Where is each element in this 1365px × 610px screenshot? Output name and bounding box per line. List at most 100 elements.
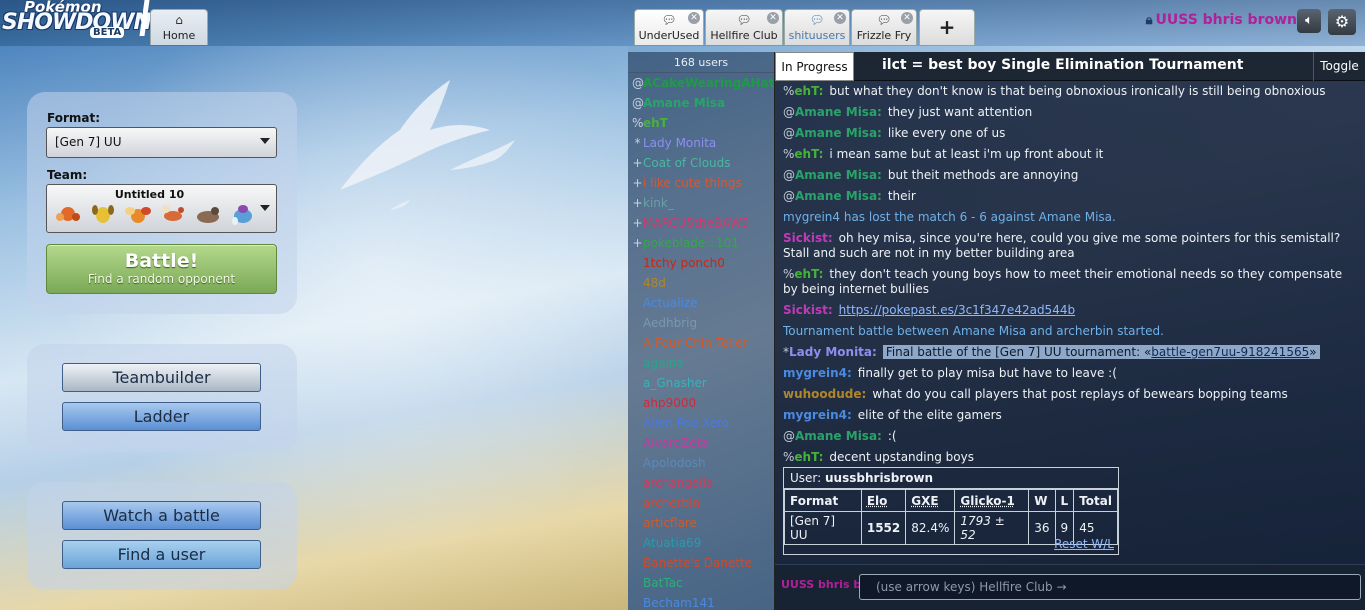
user-list-item[interactable]: +pokeblade☆101 <box>628 233 774 253</box>
pokemon-icon <box>158 203 188 229</box>
message-author[interactable]: Amane Misa: <box>795 429 882 443</box>
tab-underused[interactable]: 💬︎ ✕ UnderUsed <box>634 9 704 45</box>
message-text: what do you call players that post repla… <box>872 387 1288 401</box>
message-text: finally get to play misa but have to lea… <box>857 366 1117 380</box>
message-author[interactable]: ehT: <box>794 267 823 281</box>
battle-button-label: Battle! <box>124 250 199 272</box>
user-list-item[interactable]: a_Gnasher <box>628 373 774 393</box>
chat-message: @Amane Misa: they just want attention <box>783 102 1355 123</box>
close-icon[interactable]: ✕ <box>688 12 700 24</box>
tournament-bar: In Progress ilct = best boy Single Elimi… <box>775 52 1365 81</box>
user-list-item[interactable]: Apolodosh <box>628 453 774 473</box>
battle-button[interactable]: Battle! Find a random opponent <box>46 244 277 294</box>
user-list-item[interactable]: Allen Poe Xero <box>628 413 774 433</box>
user-list-item[interactable]: Aedhbrig <box>628 313 774 333</box>
user-name: Actualize <box>643 296 698 310</box>
watch-battle-label: Watch a battle <box>103 506 220 525</box>
message-author[interactable]: Lady Monita: <box>789 345 877 359</box>
reset-wl-link[interactable]: Reset W/L <box>1054 537 1114 551</box>
user-list-item[interactable]: +i like cute things <box>628 173 774 193</box>
stats-header: Total <box>1073 489 1118 512</box>
user-list-item[interactable]: archangelia <box>628 473 774 493</box>
user-list-item[interactable]: 1tchy ponch0 <box>628 253 774 273</box>
message-author[interactable]: Amane Misa: <box>795 126 882 140</box>
chat-message: Sickist: oh hey misa, since you're here, … <box>783 228 1355 264</box>
user-list-item[interactable]: +MARCU5theBAW5 <box>628 213 774 233</box>
watch-battle-button[interactable]: Watch a battle <box>62 501 261 530</box>
logo-beta-badge: BETA <box>90 27 125 38</box>
message-rank: % <box>783 147 795 161</box>
find-user-button[interactable]: Find a user <box>62 540 261 569</box>
user-name: A Four-Chin Teller <box>643 336 748 350</box>
user-list-item[interactable]: Actualize <box>628 293 774 313</box>
user-list-item[interactable]: %ehT <box>628 113 774 133</box>
tab-shituusers[interactable]: 💬︎ ✕ shituusers <box>784 9 850 45</box>
message-author[interactable]: Amane Misa: <box>795 168 882 182</box>
message-link[interactable]: https://pokepast.es/3c1f347e42ad544b <box>839 303 1075 317</box>
pokemon-showdown-logo[interactable]: Pokémon SHOWDOWN BETA <box>2 0 152 42</box>
teambuilder-label: Teambuilder <box>112 368 211 387</box>
message-rank: @ <box>783 189 795 203</box>
user-list-item[interactable]: ahp9000 <box>628 393 774 413</box>
new-tab-button[interactable]: + <box>919 9 975 45</box>
message-author[interactable]: wuhoodude: <box>783 387 866 401</box>
options-button[interactable]: ⚙ <box>1328 9 1356 35</box>
stats-header: Glicko-1 <box>954 489 1030 512</box>
message-author[interactable]: Amane Misa: <box>795 105 882 119</box>
top-header: Pokémon SHOWDOWN BETA ⌂ Home 💬︎ ✕ UnderU… <box>0 0 1365 46</box>
close-icon[interactable]: ✕ <box>767 12 779 24</box>
message-text: » <box>1309 345 1317 359</box>
user-list-item[interactable]: Atuatia69 <box>628 533 774 553</box>
user-list-item[interactable]: againa <box>628 353 774 373</box>
stats-cell: 1793 ± 52 <box>954 511 1030 545</box>
message-author[interactable]: ehT: <box>794 147 823 161</box>
teambuilder-button[interactable]: Teambuilder <box>62 363 261 392</box>
user-list-item[interactable]: BatTac <box>628 573 774 593</box>
team-select[interactable]: Untitled 10 <box>46 184 277 233</box>
battle-menu-group: Format: [Gen 7] UU Team: Untitled 10 Bat… <box>27 92 297 314</box>
tab-home[interactable]: ⌂ Home <box>150 9 208 45</box>
user-name: articflare <box>643 516 697 530</box>
user-list-item[interactable]: archerbin <box>628 493 774 513</box>
tab-label: Hellfire Club <box>710 29 778 42</box>
message-author[interactable]: Amane Misa: <box>795 189 882 203</box>
user-list-item[interactable]: @ACakeWearingAHat <box>628 73 774 93</box>
user-list-item[interactable]: Banette's Danette <box>628 553 774 573</box>
message-author[interactable]: Sickist: <box>783 231 833 245</box>
message-author[interactable]: ehT: <box>794 450 823 464</box>
message-rank: % <box>783 84 795 98</box>
message-text: i mean same but at least i'm up front ab… <box>829 147 1104 161</box>
chat-message: Sickist: https://pokepast.es/3c1f347e42ad… <box>783 300 1355 321</box>
message-author[interactable]: ehT: <box>794 84 823 98</box>
close-icon[interactable]: ✕ <box>901 12 913 24</box>
user-list-item[interactable]: +kink_ <box>628 193 774 213</box>
message-text: their <box>887 189 916 203</box>
close-icon[interactable]: ✕ <box>834 12 846 24</box>
user-name-button[interactable]: 🔒︎ UUSS bhris brown <box>1146 12 1297 28</box>
tournament-toggle-button[interactable]: Toggle <box>1313 52 1365 81</box>
format-value: [Gen 7] UU <box>55 135 122 149</box>
chat-input[interactable]: (use arrow keys) Hellfire Club → <box>859 574 1361 600</box>
sound-button[interactable]: 🔈︎ <box>1297 9 1321 33</box>
ladder-button[interactable]: Ladder <box>62 402 261 431</box>
message-author[interactable]: mygrein4: <box>783 408 852 422</box>
user-list-item[interactable]: AlvaroZeta <box>628 433 774 453</box>
chat-message: %ehT: they don't teach young boys how to … <box>783 264 1355 300</box>
message-author[interactable]: Sickist: <box>783 303 833 317</box>
tab-hellfire-club[interactable]: 💬︎ ✕ Hellfire Club <box>705 9 783 45</box>
format-select[interactable]: [Gen 7] UU <box>46 127 277 158</box>
user-list-item[interactable]: A Four-Chin Teller <box>628 333 774 353</box>
battle-link[interactable]: battle-gen7uu-918241565 <box>1151 345 1309 359</box>
user-list-item[interactable]: Becham141 <box>628 593 774 610</box>
user-list-item[interactable]: * Lady Monita <box>628 133 774 153</box>
user-list-item[interactable]: articflare <box>628 513 774 533</box>
message-rank: % <box>783 267 795 281</box>
user-list-item[interactable]: 48d <box>628 273 774 293</box>
chat-message: *Lady Monita: Final battle of the [Gen 7]… <box>783 342 1355 363</box>
user-list-item[interactable]: +Coat of Clouds <box>628 153 774 173</box>
message-author[interactable]: mygrein4: <box>783 366 852 380</box>
format-label: Format: <box>47 111 101 125</box>
tab-frizzle-fry[interactable]: 💬︎ ✕ Frizzle Fry <box>851 9 917 45</box>
stats-header-row: Format Elo GXE Glicko-1 W L Total <box>784 489 1118 512</box>
user-list-item[interactable]: @Amane Misa <box>628 93 774 113</box>
